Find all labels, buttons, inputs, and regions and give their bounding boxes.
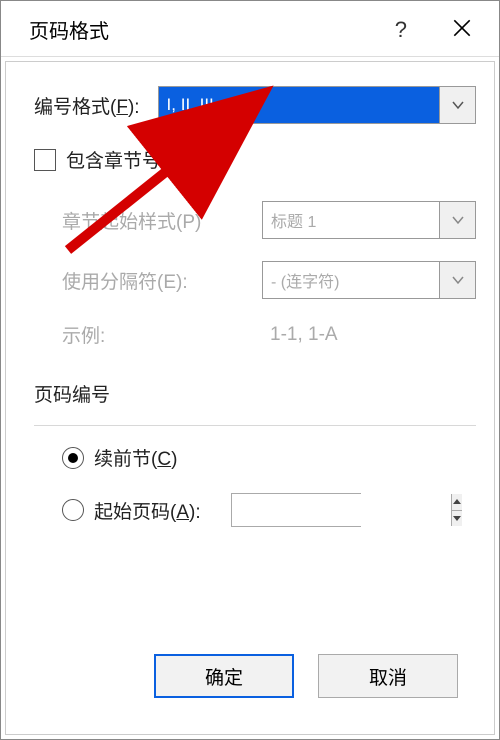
separator-row: 使用分隔符(E): - (连字符) — [62, 261, 476, 299]
dialog-title: 页码格式 — [29, 15, 109, 44]
example-value: 1-1, 1-A — [262, 324, 476, 346]
cancel-button[interactable]: 取消 — [318, 654, 458, 698]
include-chapter-row: 包含章节号(N) — [34, 146, 476, 173]
separator-label: 使用分隔符(E): — [62, 267, 252, 294]
chapter-start-style-value: 标题 1 — [263, 202, 439, 238]
titlebar-controls: ? — [395, 13, 481, 46]
page-number-format-dialog: 页码格式 ? 编号格式(F): I, II, III, ... 包含章节 — [0, 0, 500, 740]
number-format-row: 编号格式(F): I, II, III, ... — [34, 86, 476, 124]
include-chapter-label: 包含章节号(N) — [66, 146, 187, 173]
start-at-spinner[interactable] — [231, 493, 361, 527]
include-chapter-checkbox[interactable] — [34, 149, 56, 171]
ok-button[interactable]: 确定 — [154, 654, 294, 698]
chevron-down-icon — [439, 87, 475, 123]
triangle-up-icon — [452, 498, 462, 505]
chapter-options: 章节起始样式(P) 标题 1 使用分隔符(E): - (连字符) — [62, 201, 476, 370]
continue-previous-label: 续前节(C) — [94, 444, 177, 471]
separator-combo[interactable]: - (连字符) — [262, 261, 476, 299]
close-button[interactable] — [443, 13, 481, 46]
start-at-label: 起始页码(A): — [94, 497, 201, 524]
number-format-selected: I, II, III, ... — [159, 87, 439, 123]
number-format-label: 编号格式(F): — [34, 92, 140, 119]
help-button[interactable]: ? — [395, 17, 407, 43]
close-icon — [451, 17, 473, 39]
spinner-up-button[interactable] — [452, 494, 462, 511]
example-row: 示例: 1-1, 1-A — [62, 321, 476, 348]
chevron-down-icon — [439, 202, 475, 238]
chapter-start-style-row: 章节起始样式(P) 标题 1 — [62, 201, 476, 239]
chapter-start-style-combo[interactable]: 标题 1 — [262, 201, 476, 239]
example-label: 示例: — [62, 321, 252, 348]
start-at-input[interactable] — [232, 494, 451, 526]
chevron-down-icon — [439, 262, 475, 298]
start-at-row: 起始页码(A): — [62, 493, 476, 527]
page-numbering-section: 页码编号 续前节(C) 起始页码(A): — [34, 380, 476, 549]
radio-dot-icon — [68, 453, 78, 463]
dialog-content: 编号格式(F): I, II, III, ... 包含章节号(N) 章节起始样式… — [5, 61, 495, 735]
titlebar: 页码格式 ? — [1, 1, 499, 57]
continue-previous-row: 续前节(C) — [62, 444, 476, 471]
dialog-footer: 确定 取消 — [34, 640, 476, 716]
divider — [34, 425, 476, 426]
page-numbering-header: 页码编号 — [34, 380, 476, 407]
spinner-buttons — [451, 494, 462, 526]
number-format-combo[interactable]: I, II, III, ... — [158, 86, 476, 124]
start-at-radio[interactable] — [62, 499, 84, 521]
continue-previous-radio[interactable] — [62, 447, 84, 469]
chapter-start-style-label: 章节起始样式(P) — [62, 207, 252, 234]
spinner-down-button[interactable] — [452, 511, 462, 527]
separator-value: - (连字符) — [263, 262, 439, 298]
triangle-down-icon — [452, 515, 462, 522]
